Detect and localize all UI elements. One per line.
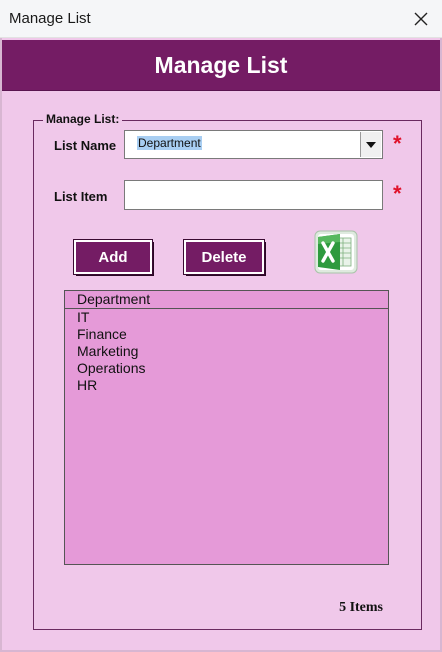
list-item[interactable]: Marketing xyxy=(77,343,145,360)
list-item[interactable]: Operations xyxy=(77,360,145,377)
chevron-down-icon xyxy=(366,141,376,148)
list-item-input[interactable] xyxy=(124,180,383,210)
list-header: Department xyxy=(65,291,388,309)
close-icon[interactable] xyxy=(406,4,436,34)
title-bar: Manage List xyxy=(0,0,442,38)
dropdown-button[interactable] xyxy=(360,132,381,157)
list-items: IT Finance Marketing Operations HR xyxy=(77,309,145,394)
list-item-label: List Item xyxy=(54,189,108,204)
list-name-label: List Name xyxy=(54,138,117,153)
list-name-value: Department xyxy=(137,136,202,150)
list-item[interactable]: IT xyxy=(77,309,145,326)
delete-button[interactable]: Delete xyxy=(183,239,265,275)
group-legend: Manage List: xyxy=(43,112,123,126)
list-items-box[interactable]: Department IT Finance Marketing Operatio… xyxy=(64,290,389,565)
list-item[interactable]: HR xyxy=(77,377,145,394)
header-title: Manage List xyxy=(154,52,288,78)
item-count: 5 Items xyxy=(339,600,383,615)
excel-icon[interactable] xyxy=(312,228,360,276)
required-mark-list-name: * xyxy=(393,131,402,156)
add-button[interactable]: Add xyxy=(73,239,153,275)
list-item[interactable]: Finance xyxy=(77,326,145,343)
required-mark-list-item: * xyxy=(393,181,402,206)
header-banner: Manage List xyxy=(2,40,440,91)
list-name-combobox[interactable]: Department xyxy=(124,130,383,159)
window-title: Manage List xyxy=(9,10,91,27)
